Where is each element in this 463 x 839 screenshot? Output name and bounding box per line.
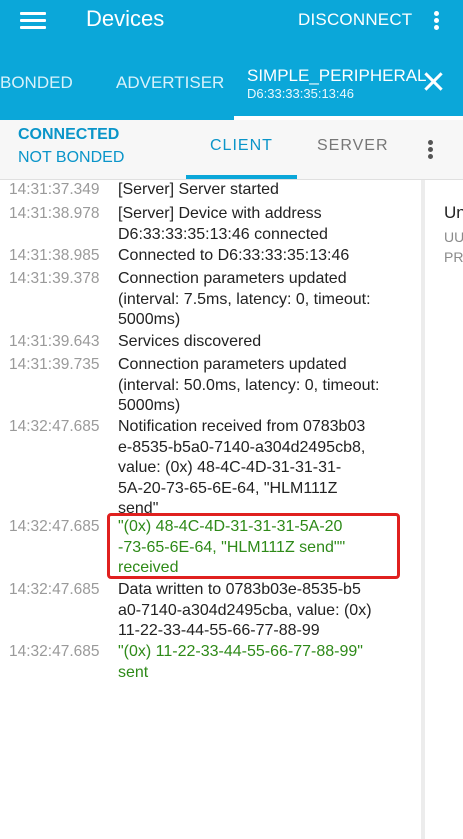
log-line: D6:33:33:35:13:46 connected: [118, 225, 328, 243]
device-name: SIMPLE_PERIPHERAL: [247, 66, 427, 85]
highlight-box: [107, 513, 400, 579]
more-vert-icon[interactable]: [422, 137, 438, 163]
service-type: PR: [444, 249, 463, 265]
log-line: Connection parameters updated: [118, 356, 347, 373]
log-message: [Server] Server started: [118, 180, 403, 201]
log-timestamp: 14:31:39.735: [9, 356, 100, 373]
log-message: Connection parameters updated (interval:…: [118, 269, 403, 331]
tab-bonded[interactable]: BONDED: [0, 73, 73, 93]
tab-active-device[interactable]: SIMPLE_PERIPHERAL D6:33:33:35:13:46: [247, 66, 427, 101]
log-line: (interval: 7.5ms, latency: 0, timeout:: [118, 290, 371, 308]
connection-state: CONNECTED: [18, 126, 120, 143]
more-vert-icon[interactable]: [428, 8, 444, 34]
device-address: D6:33:33:35:13:46: [247, 86, 354, 101]
log-line: e-8535-b5a0-7140-a304d2495cb8,: [118, 438, 366, 456]
bond-state: NOT BONDED: [18, 149, 125, 166]
log-message: Notification received from 0783b03 e-853…: [118, 417, 403, 520]
log-message: Data written to 0783b03e-8535-b5 a0-7140…: [118, 580, 403, 642]
services-panel[interactable]: Un UU PR: [425, 180, 463, 839]
log-timestamp: 14:31:38.978: [9, 205, 100, 222]
log-line: sent: [118, 663, 149, 681]
tab-server[interactable]: SERVER: [317, 137, 389, 155]
log-line: Connection parameters updated: [118, 270, 347, 287]
log-line: 5000ms): [118, 311, 181, 329]
tab-advertiser[interactable]: ADVERTISER: [116, 73, 224, 93]
log-line: [Server] Server started: [118, 181, 279, 198]
page-title: Devices: [86, 6, 165, 31]
log-line: (interval: 50.0ms, latency: 0, timeout:: [118, 376, 380, 394]
log-line: a0-7140-a304d2495cba, value: (0x): [118, 601, 372, 619]
log-message: "(0x) 11-22-33-44-55-66-77-88-99" sent: [118, 642, 403, 683]
log-line: Services discovered: [118, 333, 262, 350]
log-line: [Server] Device with address: [118, 205, 322, 222]
close-icon[interactable]: [420, 68, 448, 96]
log-timestamp: 14:31:39.643: [9, 333, 100, 350]
log-timestamp: 14:31:38.985: [9, 247, 100, 264]
log-line: value: (0x) 48-4C-4D-31-31-31-: [118, 459, 342, 477]
hamburger-menu-icon[interactable]: [20, 10, 46, 32]
log-list[interactable]: 14:31:37.349 [Server] Server started 14:…: [0, 180, 420, 839]
app-bar: Devices DISCONNECT BONDED ADVERTISER SIM…: [0, 0, 463, 120]
disconnect-button[interactable]: DISCONNECT: [298, 10, 412, 30]
log-message: Services discovered: [118, 332, 403, 353]
log-line: 5A-20-73-65-6E-64, "HLM111Z: [118, 479, 338, 497]
client-tab-indicator: [186, 175, 297, 179]
log-timestamp: 14:31:39.378: [9, 270, 100, 287]
log-timestamp: 14:32:47.685: [9, 418, 100, 435]
log-timestamp: 14:31:37.349: [9, 181, 100, 198]
log-line: "(0x) 11-22-33-44-55-66-77-88-99": [118, 643, 363, 660]
log-message: [Server] Device with address D6:33:33:35…: [118, 204, 403, 245]
log-line: 5000ms): [118, 397, 181, 415]
log-line: Data written to 0783b03e-8535-b5: [118, 581, 361, 598]
log-line: 11-22-33-44-55-66-77-88-99: [118, 622, 320, 640]
log-line: Connected to D6:33:33:35:13:46: [118, 247, 350, 264]
connection-bar: CONNECTED NOT BONDED CLIENT SERVER: [0, 120, 463, 180]
service-title: Un: [444, 203, 463, 222]
tab-client[interactable]: CLIENT: [210, 137, 273, 155]
log-line: Notification received from 0783b03: [118, 418, 366, 435]
log-message: Connection parameters updated (interval:…: [118, 355, 403, 417]
log-timestamp: 14:32:47.685: [9, 581, 100, 598]
service-uuid: UU: [444, 229, 463, 245]
log-message: Connected to D6:33:33:35:13:46: [118, 246, 403, 267]
log-timestamp: 14:32:47.685: [9, 643, 100, 660]
log-timestamp: 14:32:47.685: [9, 518, 100, 535]
